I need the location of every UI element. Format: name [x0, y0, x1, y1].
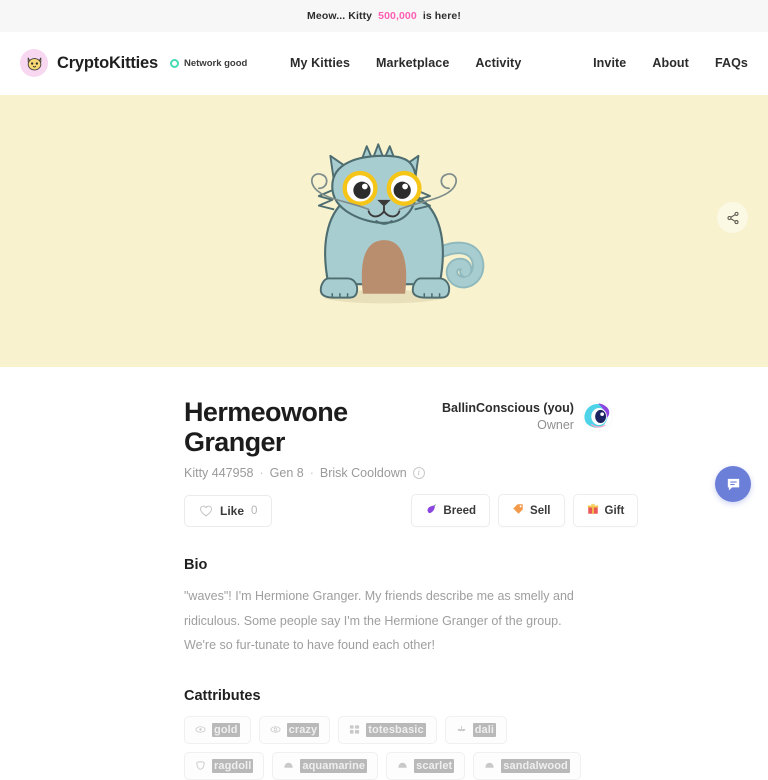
meta-separator-2: ·	[309, 466, 314, 481]
color-icon	[397, 760, 408, 771]
owner-role: Owner	[537, 418, 574, 432]
bio-heading: Bio	[184, 557, 208, 574]
cattribute-chip-aquamarine[interactable]: aquamarine	[272, 751, 379, 780]
like-button[interactable]: Like 0	[184, 494, 273, 527]
cattribute-chip-gold[interactable]: gold	[184, 715, 251, 744]
info-icon[interactable]: i	[412, 467, 425, 480]
cattribute-chip-crazy[interactable]: crazy	[258, 715, 331, 744]
meta-separator-1: ·	[259, 466, 264, 481]
kitty-cooldown: Brisk Cooldown	[319, 466, 407, 481]
site-header: CryptoKitties Network good My Kitties Ma…	[0, 32, 768, 95]
cattributes-heading: Cattributes	[184, 687, 261, 704]
network-status-dot	[170, 58, 179, 68]
like-label: Like	[220, 503, 245, 518]
kitty-generation: Gen 8	[269, 466, 304, 481]
cattribute-chip-totesbasic[interactable]: totesbasic	[338, 715, 437, 744]
pattern-icon	[349, 724, 360, 735]
like-count: 0	[251, 504, 258, 517]
cattribute-label: aquamarine	[300, 758, 368, 773]
cattribute-label: totesbasic	[366, 722, 426, 737]
sell-button[interactable]: Sell	[498, 494, 565, 528]
owner-name[interactable]: BallinConscious (you)	[442, 401, 574, 415]
announcement-bar[interactable]: Meow... Kitty 500,000 is here!	[0, 0, 768, 32]
chat-support-button[interactable]	[715, 466, 751, 502]
cattribute-chip-sandalwood[interactable]: sandalwood	[473, 751, 581, 780]
nav-item-activity[interactable]: Activity	[475, 56, 521, 70]
breed-icon	[425, 503, 437, 518]
nav-item-invite[interactable]: Invite	[593, 56, 626, 70]
nav-item-marketplace[interactable]: Marketplace	[376, 56, 449, 70]
cattribute-label: ragdoll	[212, 758, 254, 773]
avatar[interactable]	[581, 401, 613, 432]
cattributes-list: gold crazy totesbasic dali ragdoll aquam…	[184, 715, 584, 780]
cattribute-chip-ragdoll[interactable]: ragdoll	[184, 751, 265, 780]
color-icon	[283, 760, 294, 771]
eye-icon	[195, 724, 206, 735]
cattribute-label: crazy	[286, 722, 320, 737]
owner-block: BallinConscious (you) Owner	[442, 398, 613, 432]
action-row: Like 0 Breed Sell Gift	[184, 494, 748, 528]
announcement-suffix: is here!	[419, 10, 461, 22]
share-button[interactable]	[717, 202, 748, 233]
announcement-prefix: Meow... Kitty	[307, 10, 376, 22]
body-icon	[195, 760, 206, 771]
cattribute-label: sandalwood	[501, 758, 570, 773]
nav-item-my-kitties[interactable]: My Kitties	[290, 56, 350, 70]
share-icon	[726, 211, 739, 224]
gift-button[interactable]: Gift	[572, 494, 639, 528]
nav-item-faqs[interactable]: FAQs	[715, 56, 748, 70]
heart-icon	[199, 505, 213, 517]
kitty-artwork	[269, 139, 499, 329]
brand-logo[interactable]: CryptoKitties	[20, 49, 158, 77]
breed-label: Breed	[443, 504, 477, 517]
secondary-nav: Invite About FAQs	[593, 56, 748, 70]
cta-group: Breed Sell Gift	[411, 494, 639, 528]
kitty-hero	[0, 95, 768, 367]
announcement-highlight: 500,000	[378, 10, 417, 22]
cattribute-label: gold	[212, 722, 240, 737]
kitty-id: Kitty 447958	[184, 466, 254, 481]
tag-icon	[512, 503, 524, 518]
color-icon	[484, 760, 495, 771]
title-left: Hermeowone Granger Kitty 447958 · Gen 8 …	[184, 397, 440, 480]
owner-text: BallinConscious (you) Owner	[442, 401, 574, 432]
title-row: Hermeowone Granger Kitty 447958 · Gen 8 …	[184, 367, 748, 480]
kitty-meta: Kitty 447958 · Gen 8 · Brisk Cooldown i	[184, 466, 440, 480]
cattribute-chip-dali[interactable]: dali	[444, 715, 508, 744]
cattribute-chip-scarlet[interactable]: scarlet	[386, 751, 466, 780]
cat-face-icon	[20, 49, 48, 77]
breed-button[interactable]: Breed	[411, 494, 491, 528]
network-status: Network good	[170, 58, 247, 69]
gift-icon	[587, 503, 599, 518]
primary-nav: My Kitties Marketplace Activity	[290, 56, 521, 70]
owner-avatar-icon	[582, 401, 613, 432]
cattribute-label: scarlet	[414, 758, 455, 773]
kitty-detail-main: Hermeowone Granger Kitty 447958 · Gen 8 …	[0, 367, 768, 780]
gift-label: Gift	[604, 504, 625, 517]
brand-name: CryptoKitties	[57, 53, 158, 72]
mouth-icon	[456, 724, 467, 735]
eye-icon	[270, 724, 281, 735]
nav-item-about[interactable]: About	[652, 56, 689, 70]
chat-bubble-icon	[727, 478, 739, 491]
cattribute-label: dali	[472, 722, 497, 737]
page-title: Hermeowone Granger	[184, 397, 348, 457]
network-status-label: Network good	[184, 57, 248, 69]
bio-text: "waves"! I'm Hermione Granger. My friend…	[184, 589, 574, 653]
sell-label: Sell	[530, 504, 551, 517]
